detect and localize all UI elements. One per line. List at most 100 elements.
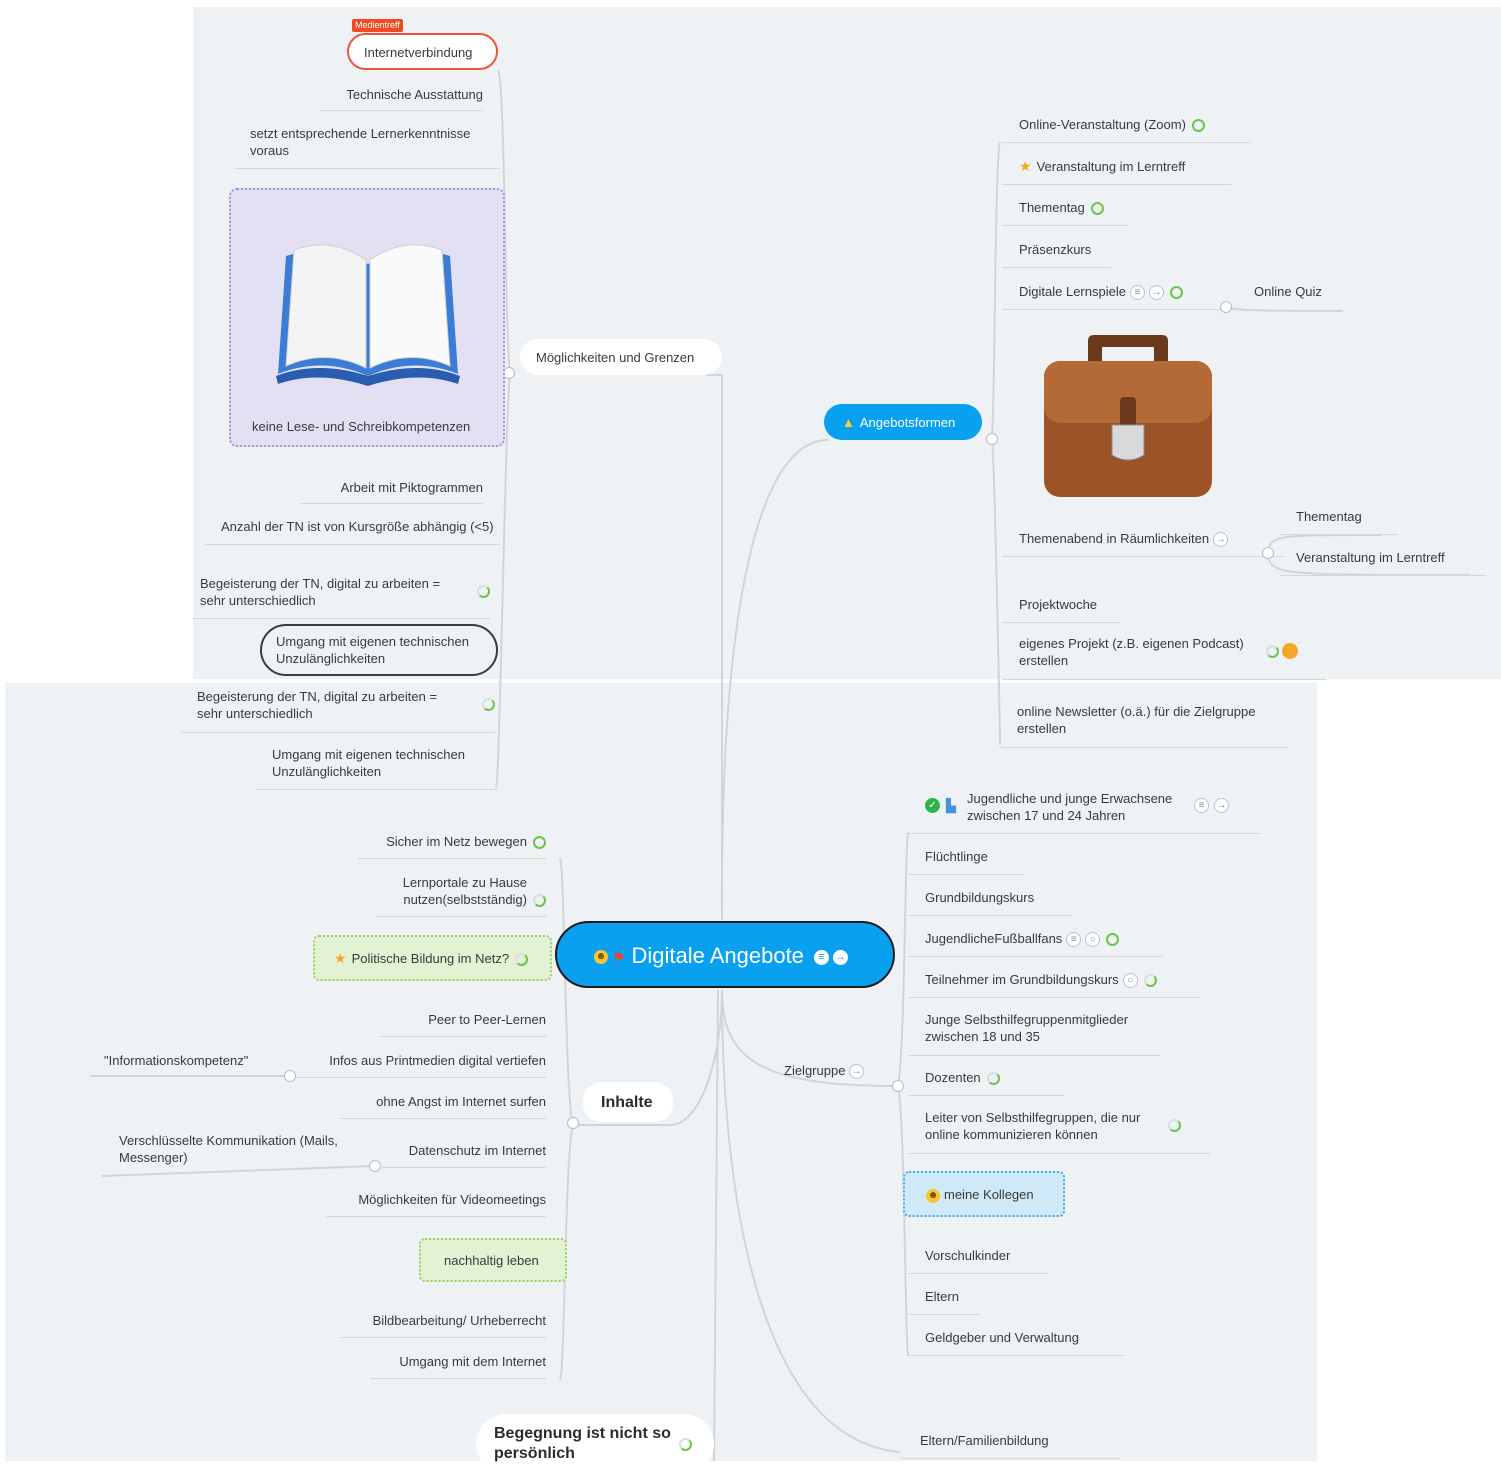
smiley-icon: ☻ [926,1188,940,1203]
kollegen-label: meine Kollegen [944,1187,1034,1202]
eigenes-projekt-label: eigenes Projekt (z.B. eigenen Podcast) e… [1019,636,1244,668]
begegnung-label: Begegnung ist nicht so persönlich [494,1425,671,1462]
notes-icon[interactable]: ≡ [814,949,830,965]
thementag-node[interactable]: Thementag [1002,199,1127,226]
zielgruppe-row[interactable]: Zielgruppe → [784,1062,865,1080]
datenschutz-collapse-knob[interactable] [369,1160,381,1172]
videomeetings-node[interactable]: Möglichkeiten für Videomeetings [326,1191,546,1217]
lernspiele-collapse-knob[interactable] [1220,301,1232,313]
geldgeber-node[interactable]: Geldgeber und Verwaltung [908,1329,1125,1356]
progress-icon [515,953,529,967]
link-arrow-icon[interactable]: → [1148,285,1164,301]
informationskompetenz-node[interactable]: "Informationskompetenz" [104,1052,248,1069]
leiter-node[interactable]: Leiter von Selbsthilfegruppen, die nur o… [908,1109,1210,1154]
fluechtlinge-node[interactable]: Flüchtlinge [908,848,1025,875]
datenschutz-node[interactable]: Datenschutz im Internet [382,1142,546,1168]
verschluesselt-node[interactable]: Verschlüsselte Kommunikation (Mails, Mes… [119,1132,369,1166]
dozenten-label: Dozenten [925,1070,981,1085]
dozenten-node[interactable]: Dozenten [908,1069,1065,1096]
central-title: Digitale Angebote [631,943,804,968]
eltern-familie-node[interactable]: Eltern/Familienbildung [900,1432,1120,1459]
jugendliche-label: Jugendliche und junge Erwachsene zwische… [967,791,1173,823]
comment-icon[interactable]: ○ [1122,973,1138,989]
angebotsformen-row: ▲ Angebotsformen [842,414,955,431]
link-arrow-icon[interactable]: → [849,1064,865,1080]
internetverbindung-label: Internetverbindung [364,45,473,60]
progress-icon [1168,1119,1181,1132]
jugendliche-node[interactable]: ✓ ▙ Jugendliche und junge Erwachsene zwi… [908,790,1261,834]
inhalte-label: Inhalte [601,1094,653,1111]
briefcase-icon [1044,335,1212,497]
digitale-lernspiele-label: Digitale Lernspiele [1019,284,1126,299]
eigenes-projekt-node[interactable]: eigenes Projekt (z.B. eigenen Podcast) e… [1002,635,1327,680]
praesenzkurs-node[interactable]: Präsenzkurs [1002,241,1111,268]
anzahl-tn-node[interactable]: Anzahl der TN ist von Kursgröße abhängig… [205,518,501,545]
lernerkenntnisse-node[interactable]: setzt entsprechende Lernerkenntnisse vor… [235,125,500,169]
leiter-label: Leiter von Selbsthilfegruppen, die nur o… [925,1110,1141,1142]
kollegen-row: ☻ meine Kollegen [926,1186,1034,1203]
grenzen-label: Möglichkeiten und Grenzen [536,350,695,365]
piktogramme-node[interactable]: Arbeit mit Piktogrammen [300,479,483,504]
fussballfans-label: JugendlicheFußballfans [925,931,1063,946]
umgang-node-2[interactable]: Umgang mit eigenen technischen Unzulängl… [256,746,497,790]
lernportale-node[interactable]: Lernportale zu Hause nutzen(selbstständi… [376,874,546,917]
notes-icon[interactable]: ≡ [1194,798,1209,813]
progress-icon [1169,286,1183,300]
ohne-angst-node[interactable]: ohne Angst im Internet surfen [340,1093,546,1119]
progress-icon [533,836,546,850]
link-arrow-icon[interactable]: → [1214,798,1229,813]
selbsthilfe-jung-node[interactable]: Junge Selbsthilfegruppenmitglieder zwisc… [908,1011,1161,1056]
vorschulkinder-node[interactable]: Vorschulkinder [908,1247,1047,1274]
veranstaltung-lerntreff-label: Veranstaltung im Lerntreff [1036,159,1186,174]
newsletter-node[interactable]: online Newsletter (o.ä.) für die Zielgru… [1000,703,1289,748]
thumbs-up-icon: ▙ [946,798,956,813]
themenabend-node[interactable]: Themenabend in Räumlichkeiten → [1002,530,1285,558]
comment-icon[interactable]: ○ [1085,932,1101,948]
inhalte-collapse-knob[interactable] [567,1117,579,1129]
sicher-im-netz-label: Sicher im Netz bewegen [386,834,527,849]
bildbearbeitung-node[interactable]: Bildbearbeitung/ Urheberrecht [340,1312,546,1338]
eltern-node[interactable]: Eltern [908,1288,981,1315]
angebotsformen-label: Angebotsformen [859,415,956,430]
progress-icon [477,585,490,598]
projektwoche-node[interactable]: Projektwoche [1002,596,1119,623]
notes-icon[interactable]: ≡ [1129,285,1145,301]
begeisterung-node-1[interactable]: Begeisterung der TN, digital zu arbeiten… [193,575,490,619]
begeisterung-node-2[interactable]: Begeisterung der TN, digital zu arbeiten… [181,688,495,733]
grundbildungskurs-node[interactable]: Grundbildungskurs [908,889,1073,916]
nachhaltig-label: nachhaltig leben [444,1253,539,1268]
open-book-icon [276,244,460,386]
digitale-lernspiele-node[interactable]: Digitale Lernspiele ≡ → [1002,283,1243,311]
zielgruppe-collapse-knob[interactable] [892,1080,904,1092]
check-icon: ✓ [925,798,940,813]
zielgruppe-label: Zielgruppe [784,1063,846,1078]
teilnehmer-label: Teilnehmer im Grundbildungskurs [925,972,1119,987]
online-quiz-node[interactable]: Online Quiz [1254,283,1322,300]
printmedien-collapse-knob[interactable] [284,1070,296,1082]
teilnehmer-node[interactable]: Teilnehmer im Grundbildungskurs ○ [908,971,1199,999]
themenabend-collapse-knob[interactable] [1262,547,1274,559]
peer-node[interactable]: Peer to Peer-Lernen [380,1011,546,1037]
link-arrow-icon[interactable]: → [1213,532,1229,548]
sub-lerntreff-node[interactable]: Veranstaltung im Lerntreff [1280,549,1486,576]
link-arrow-icon[interactable]: → [833,949,849,965]
sub-thementag-node[interactable]: Thementag [1280,508,1398,535]
politische-bildung-label: Politische Bildung im Netz? [351,951,510,966]
angebotsformen-collapse-knob[interactable] [986,433,998,445]
priority-icon [1282,643,1298,659]
online-veranstaltung-label: Online-Veranstaltung (Zoom) [1019,117,1186,132]
progress-icon [1090,202,1104,216]
technische-ausstattung[interactable]: Technische Ausstattung [320,86,483,111]
printmedien-node[interactable]: Infos aus Printmedien digital vertiefen [293,1052,546,1078]
umgang-label-1: Umgang mit eigenen technischen Unzulängl… [276,634,469,666]
sicher-im-netz-node[interactable]: Sicher im Netz bewegen [358,833,546,859]
online-veranstaltung-node[interactable]: Online-Veranstaltung (Zoom) [1002,116,1251,143]
veranstaltung-lerntreff-node[interactable]: ★ Veranstaltung im Lerntreff [1002,158,1231,185]
progress-icon [679,1438,692,1451]
umgang-internet-node[interactable]: Umgang mit dem Internet [370,1353,546,1379]
thementag-label: Thementag [1019,200,1085,215]
notes-icon[interactable]: ≡ [1066,932,1082,948]
central-row: ☻ ⚑ Digitale Angebote ≡ → [594,942,849,973]
star-icon: ★ [1019,158,1032,174]
fussballfans-node[interactable]: JugendlicheFußballfans ≡ ○ [908,930,1163,958]
